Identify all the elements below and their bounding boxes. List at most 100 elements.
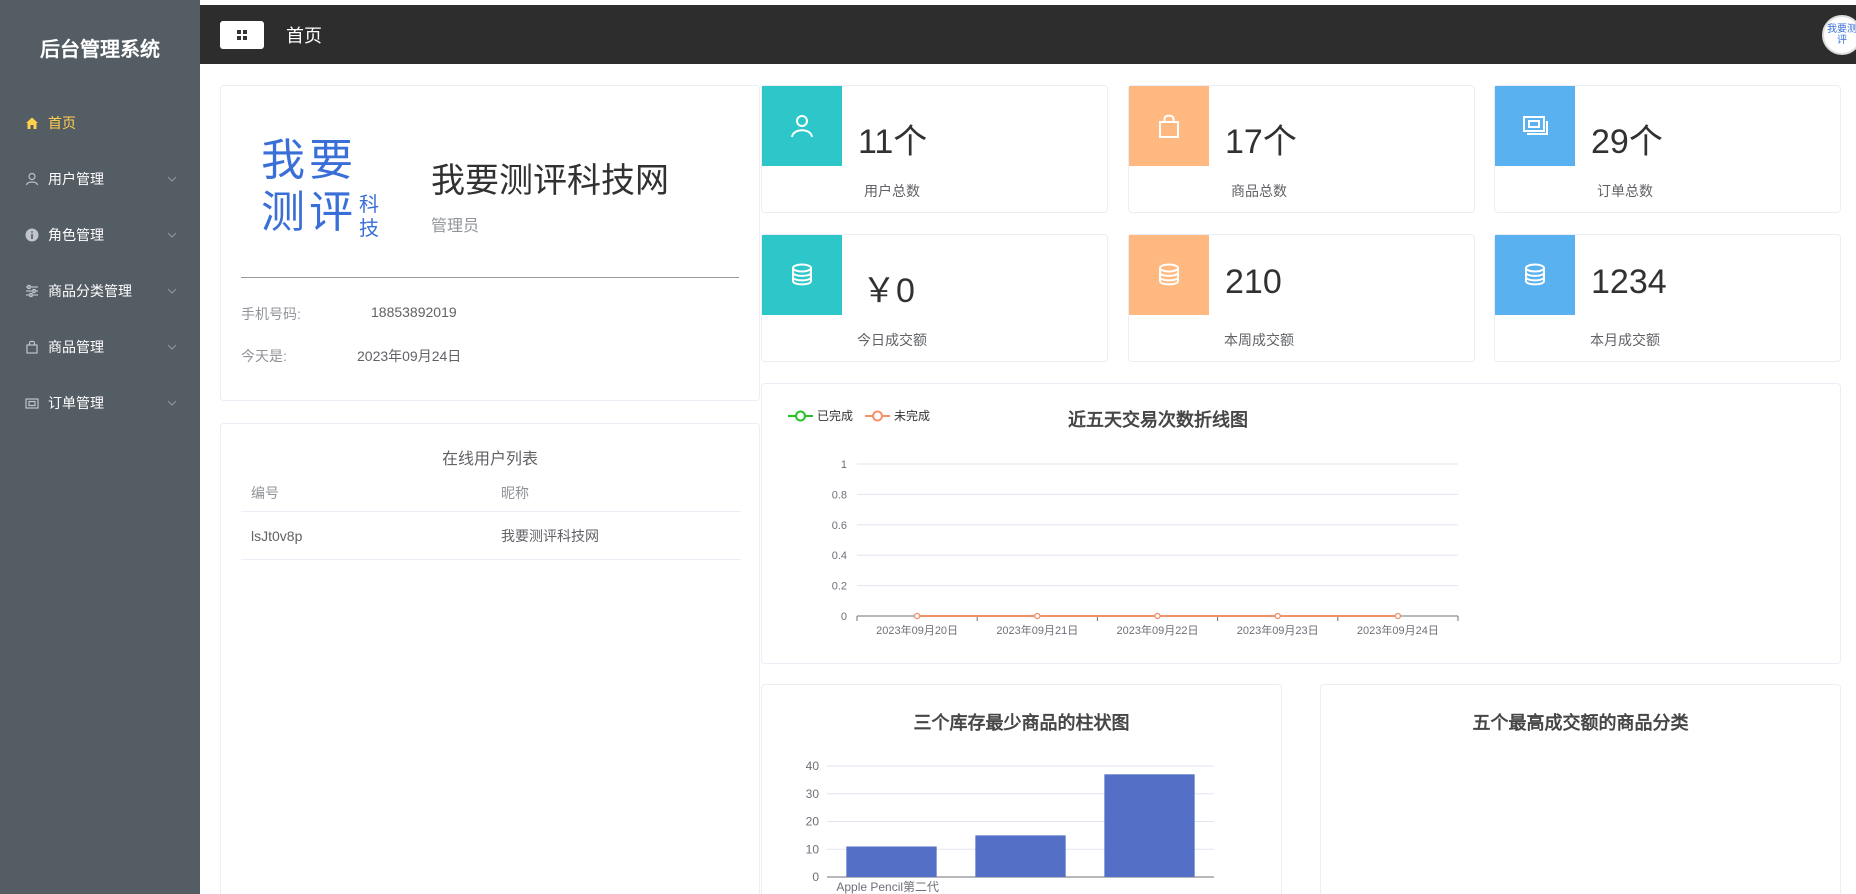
- bag-icon: [24, 339, 40, 355]
- user-icon: [762, 86, 842, 166]
- home-icon: [24, 115, 40, 131]
- coins-icon: [1129, 235, 1209, 315]
- sidebar-item-orders[interactable]: 订单管理: [0, 375, 200, 431]
- sidebar-item-label: 商品管理: [48, 339, 104, 355]
- y-tick-label: 0: [812, 870, 819, 884]
- chevron-down-icon: [167, 344, 177, 350]
- x-tick-label: 2023年09月20日: [876, 623, 958, 637]
- data-point: [1154, 612, 1161, 620]
- stat-card-today-sales: ￥0 今日成交额: [761, 234, 1108, 362]
- data-point: [1034, 612, 1041, 620]
- sidebar-item-roles[interactable]: 角色管理: [0, 207, 200, 263]
- chevron-down-icon: [167, 232, 177, 238]
- avatar[interactable]: 我要测评: [1822, 15, 1856, 55]
- sidebar-item-categories[interactable]: 商品分类管理: [0, 263, 200, 319]
- line-chart-card: 已完成 未完成 近五天交易次数折线图 0 0.2 0.4 0.6 0.8 1 2023年09…: [761, 383, 1841, 664]
- phone-row: 手机号码: 18853892019: [241, 304, 457, 324]
- money-icon: [1495, 86, 1575, 166]
- coins-icon: [1495, 235, 1575, 315]
- menu-toggle-button[interactable]: [220, 20, 264, 49]
- chevron-down-icon: [167, 176, 177, 182]
- stat-value: 17个: [1225, 123, 1297, 161]
- sidebar-item-products[interactable]: 商品管理: [0, 319, 200, 375]
- page-title: 首页: [286, 25, 322, 46]
- table-row[interactable]: lsJt0v8p 我要测评科技网: [241, 512, 741, 560]
- data-point: [1274, 612, 1281, 620]
- bar: [1104, 774, 1195, 877]
- info-icon: [24, 227, 40, 243]
- chevron-down-icon: [167, 400, 177, 406]
- stat-card-orders: 29个 订单总数: [1494, 85, 1841, 213]
- line-chart: 0 0.2 0.4 0.6 0.8 1 2023年09月20日 2023年09月21日 2023…: [832, 459, 1459, 637]
- stat-label: 本月成交额: [1590, 332, 1660, 348]
- y-tick-label: 30: [806, 787, 820, 801]
- bar: [975, 835, 1066, 877]
- bag-icon: [1129, 86, 1209, 166]
- stat-value: 11个: [858, 123, 928, 161]
- y-tick-label: 0.2: [832, 581, 847, 593]
- y-tick-label: 0.4: [832, 550, 847, 562]
- stat-label: 订单总数: [1597, 183, 1653, 199]
- sidebar: 后台管理系统 首页 用户管理 角色管理 商品分类管理 商品管理 订单管理: [0, 0, 200, 894]
- sidebar-item-label: 用户管理: [48, 171, 104, 187]
- app-title: 后台管理系统: [40, 39, 160, 61]
- sidebar-item-label: 角色管理: [48, 227, 104, 243]
- sidebar-item-label: 首页: [48, 115, 76, 131]
- phone-value: 18853892019: [371, 304, 457, 320]
- site-name: 我要测评科技网: [431, 162, 669, 200]
- x-tick-label: 2023年09月24日: [1357, 623, 1439, 637]
- data-point: [914, 612, 921, 620]
- x-tick-label: Apple Pencil第二代: [836, 880, 939, 894]
- online-users-table: 编号 昵称 lsJt0v8p 我要测评科技网: [241, 474, 741, 560]
- column-header-id: 编号: [251, 484, 279, 501]
- stat-label: 本周成交额: [1224, 332, 1294, 348]
- stat-card-month-sales: 1234 本月成交额: [1494, 234, 1841, 362]
- y-tick-label: 0.8: [832, 489, 847, 501]
- sidebar-item-label: 订单管理: [48, 395, 104, 411]
- date-row: 今天是: 2023年09月24日: [241, 346, 461, 366]
- phone-label: 手机号码:: [241, 306, 301, 322]
- chevron-down-icon: [167, 288, 177, 294]
- y-tick-label: 1: [841, 459, 847, 471]
- sliders-icon: [24, 283, 40, 299]
- stat-value: 210: [1225, 263, 1282, 301]
- sidebar-item-home[interactable]: 首页: [0, 95, 200, 151]
- date-label: 今天是:: [241, 348, 287, 364]
- grid-icon: [237, 29, 247, 40]
- bar-chart: 0 10 20 30 40 Apple Pencil第二代: [806, 759, 1214, 894]
- user-role: 管理员: [431, 218, 480, 235]
- data-point: [1394, 612, 1402, 620]
- stat-label: 今日成交额: [857, 332, 927, 348]
- stat-card-week-sales: 210 本周成交额: [1128, 234, 1475, 362]
- y-tick-label: 0.6: [832, 520, 847, 532]
- y-tick-label: 20: [806, 815, 820, 829]
- date-value: 2023年09月24日: [357, 348, 462, 364]
- x-tick-label: 2023年09月22日: [1117, 623, 1199, 637]
- x-tick-label: 2023年09月21日: [996, 623, 1078, 637]
- top-bar: 首页 我要测评: [200, 5, 1856, 64]
- coins-icon: [762, 235, 842, 315]
- divider: [241, 277, 739, 278]
- stat-label: 商品总数: [1231, 183, 1287, 199]
- sidebar-item-users[interactable]: 用户管理: [0, 151, 200, 207]
- y-tick-label: 40: [806, 759, 820, 773]
- stat-card-users: 11个 用户总数: [761, 85, 1108, 213]
- user-nickname-cell: 我要测评科技网: [501, 527, 599, 544]
- stat-value: 1234: [1591, 263, 1667, 301]
- x-tick-label: 2023年09月23日: [1237, 623, 1319, 637]
- table-header: 编号 昵称: [241, 474, 741, 512]
- order-icon: [24, 395, 40, 411]
- category-chart-card: 五个最高成交额的商品分类: [1320, 684, 1841, 894]
- stat-value: 29个: [1591, 123, 1663, 161]
- y-tick-label: 0: [841, 611, 847, 623]
- bar-chart-card: 三个库存最少商品的柱状图 0 10 20 30 40 Apple Pencil第二代: [761, 684, 1282, 894]
- user-icon: [24, 171, 40, 187]
- bar: [846, 846, 937, 877]
- stat-label: 用户总数: [864, 183, 920, 199]
- online-users-title: 在线用户列表: [441, 451, 538, 468]
- stat-card-products: 17个 商品总数: [1128, 85, 1475, 213]
- sidebar-item-label: 商品分类管理: [48, 283, 132, 299]
- stat-value: ￥0: [862, 272, 915, 310]
- category-chart-title: 五个最高成交额的商品分类: [1472, 713, 1689, 733]
- site-logo: 我要 测评 科技: [261, 135, 379, 240]
